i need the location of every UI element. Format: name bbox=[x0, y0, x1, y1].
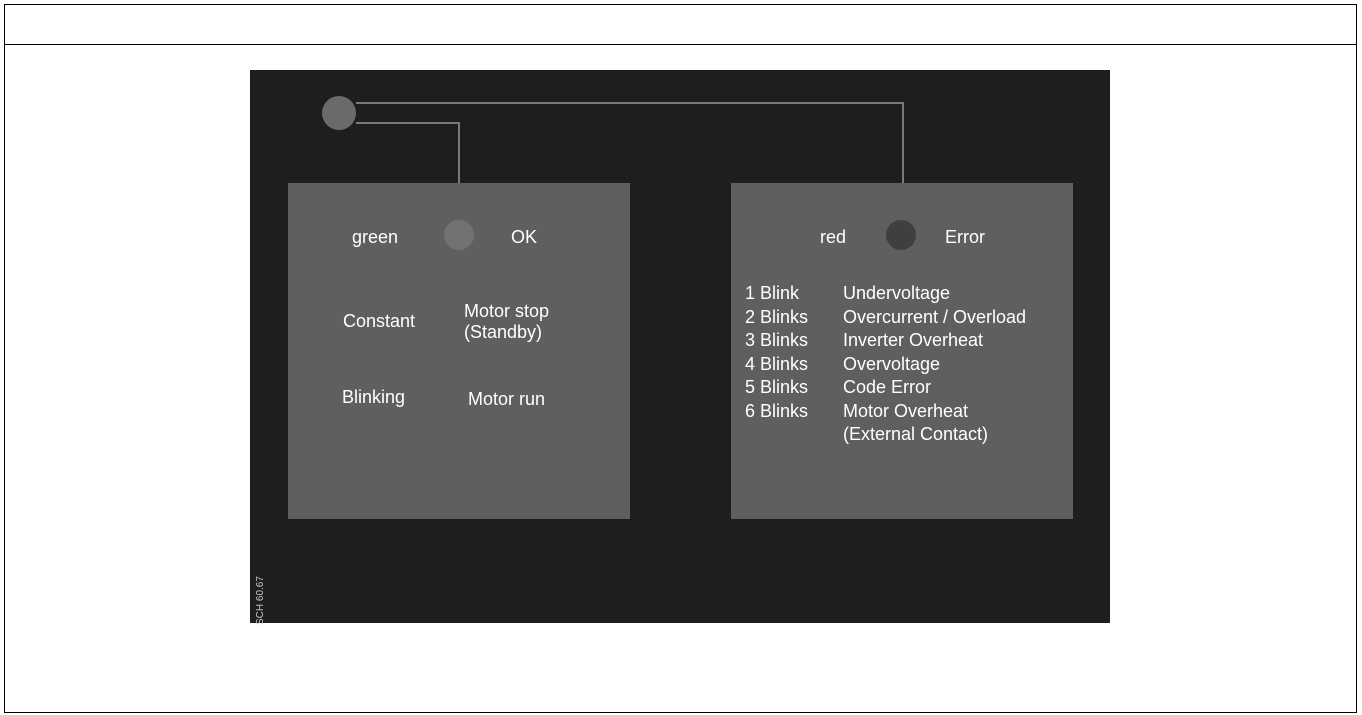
drawing-reference-code: SCH 60.67 bbox=[255, 576, 266, 625]
blink-count: 6 Blinks bbox=[745, 400, 809, 421]
green-led-icon bbox=[444, 220, 474, 250]
error-meaning: Motor Overheat bbox=[843, 400, 969, 421]
blink-count: 5 Blinks bbox=[745, 377, 809, 397]
error-status-panel: red Error 1 Blink Undervoltage 2 Blinks … bbox=[731, 183, 1073, 519]
wire-to-error-vertical bbox=[902, 102, 904, 183]
constant-mode-label: Constant bbox=[343, 311, 416, 331]
error-meaning: Inverter Overheat bbox=[843, 330, 984, 350]
motor-stop-label: Motor stop bbox=[464, 301, 550, 321]
red-color-label: red bbox=[820, 227, 847, 247]
error-code-row: 3 Blinks Inverter Overheat bbox=[745, 329, 1026, 353]
error-meaning: Overcurrent / Overload bbox=[843, 306, 1027, 327]
error-status-label: Error bbox=[945, 227, 985, 247]
error-code-list: 1 Blink Undervoltage 2 Blinks Overcurren… bbox=[745, 282, 1026, 447]
blink-count: 4 Blinks bbox=[745, 353, 809, 374]
motor-run-label: Motor run bbox=[468, 389, 546, 409]
blink-count: 3 Blinks bbox=[745, 330, 809, 350]
red-led-icon bbox=[886, 220, 916, 250]
error-code-row: 1 Blink Undervoltage bbox=[745, 282, 1026, 306]
standby-label: (Standby) bbox=[464, 322, 543, 342]
ok-status-label: OK bbox=[511, 227, 538, 247]
wire-to-ok-vertical bbox=[458, 122, 460, 183]
error-code-row: 4 Blinks Overvoltage bbox=[745, 353, 1026, 377]
led-status-diagram: green OK Constant Motor stop (Standby) B… bbox=[250, 70, 1110, 625]
header-divider bbox=[4, 44, 1357, 45]
error-code-row: 6 Blinks Motor Overheat bbox=[745, 400, 1026, 424]
green-color-label: green bbox=[352, 227, 399, 247]
wire-to-error-horizontal bbox=[356, 102, 904, 104]
error-meaning: Code Error bbox=[843, 377, 932, 397]
error-code-row: 2 Blinks Overcurrent / Overload bbox=[745, 306, 1026, 330]
error-meaning: (External Contact) bbox=[843, 424, 989, 444]
wire-to-ok-horizontal bbox=[356, 122, 460, 124]
blinking-mode-label: Blinking bbox=[342, 387, 406, 407]
ok-status-panel: green OK Constant Motor stop (Standby) B… bbox=[288, 183, 630, 519]
error-meaning: Undervoltage bbox=[843, 283, 951, 303]
blink-count bbox=[745, 423, 843, 447]
indicator-led-icon bbox=[322, 96, 356, 130]
error-meaning: Overvoltage bbox=[843, 353, 941, 374]
blink-count: 1 Blink bbox=[745, 283, 800, 303]
error-code-row: (External Contact) bbox=[745, 423, 1026, 447]
error-code-row: 5 Blinks Code Error bbox=[745, 376, 1026, 400]
blink-count: 2 Blinks bbox=[745, 306, 809, 327]
